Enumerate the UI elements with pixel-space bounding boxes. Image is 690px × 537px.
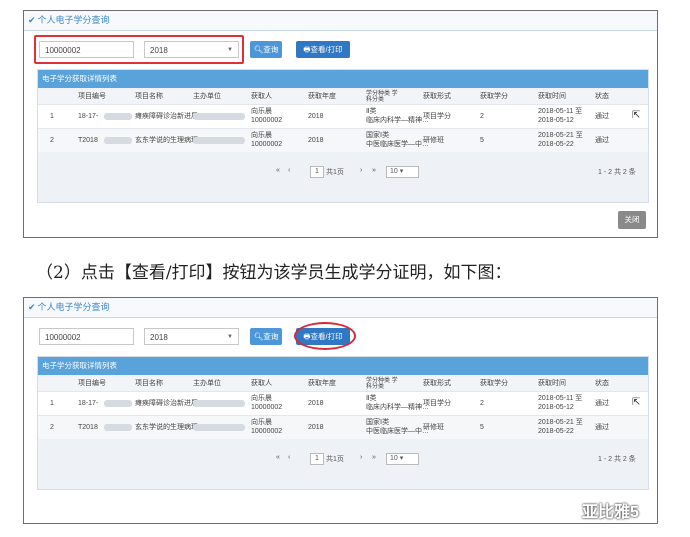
- blurred-text: [104, 113, 132, 120]
- col-header: 获取年度: [308, 93, 336, 100]
- col-header: 获取时间: [538, 93, 566, 100]
- prev-page-icon[interactable]: ‹: [288, 167, 290, 174]
- total-pages: 共1页: [326, 456, 344, 463]
- table-header: 项目编号 项目名称 主办单位 获取人 获取年度 学分种类 学科分类 获取形式 获…: [38, 90, 648, 104]
- page-size-select[interactable]: 10 ▾: [386, 453, 419, 465]
- table-row[interactable]: 2 T2018 玄东学说的生理病理 向乐晨 10000002 2018 国家Ⅰ类…: [38, 128, 648, 152]
- col-header: 项目编号: [78, 380, 106, 387]
- col-header: 获取形式: [423, 93, 451, 100]
- blurred-text: [104, 137, 132, 144]
- search-icon: 🔍︎: [253, 332, 264, 341]
- col-header: 学分种类 学科分类: [366, 91, 398, 103]
- close-button[interactable]: 关闭: [618, 211, 646, 229]
- check-icon: ✔: [28, 302, 36, 312]
- list-title: 电子学分获取详情列表: [38, 70, 648, 88]
- next-page-icon[interactable]: ›: [360, 167, 362, 174]
- view-print-button[interactable]: 🖶查看/打印: [296, 41, 350, 58]
- panel-title: ✔ 个人电子学分查询: [24, 11, 657, 31]
- mouse-cursor-icon: ⇱: [632, 110, 641, 121]
- pager-summary: 1 - 2 共 2 条: [598, 169, 636, 176]
- search-button[interactable]: 🔍︎查询: [250, 328, 282, 345]
- col-header: 获取年度: [308, 380, 336, 387]
- last-page-icon[interactable]: »: [372, 167, 376, 174]
- table-row[interactable]: 2 T2018 玄东学说的生理病理 向乐晨 10000002 2018 国家Ⅰ类…: [38, 415, 648, 439]
- highlight-oval: [294, 322, 356, 350]
- screenshot-top: ✔ 个人电子学分查询 10000002 2018 ▼ 🔍︎查询 🖶查看/打印 电子学…: [23, 10, 658, 238]
- blurred-text: [193, 424, 245, 431]
- page-input[interactable]: 1: [310, 166, 324, 178]
- col-header: 主办单位: [193, 93, 221, 100]
- blurred-text: [193, 400, 245, 407]
- total-pages: 共1页: [326, 169, 344, 176]
- student-code-input[interactable]: 10000002: [39, 328, 134, 345]
- check-icon: ✔: [28, 15, 36, 25]
- col-header: 学分种类 学科分类: [366, 378, 398, 390]
- blurred-text: [104, 424, 132, 431]
- caption: （2）点击【查看/打印】按钮为该学员生成学分证明，如下图：: [36, 263, 512, 283]
- col-header: 项目名称: [135, 93, 163, 100]
- list-title: 电子学分获取详情列表: [38, 357, 648, 375]
- credit-list: 电子学分获取详情列表 项目编号 项目名称 主办单位 获取人 获取年度 学分种类 …: [37, 69, 649, 203]
- pager-summary: 1 - 2 共 2 条: [598, 456, 636, 463]
- chevron-down-icon: ▼: [227, 334, 233, 340]
- search-icon: 🔍︎: [253, 45, 264, 54]
- first-page-icon[interactable]: «: [276, 454, 280, 461]
- credit-table: 项目编号 项目名称 主办单位 获取人 获取年度 学分种类 学科分类 获取形式 获…: [38, 90, 648, 152]
- year-select[interactable]: 2018 ▼: [144, 328, 239, 345]
- col-header: 获取人: [251, 93, 272, 100]
- col-header: 获取学分: [480, 380, 508, 387]
- pagination: « ‹ 1 共1页 › » 10 ▾ 1 - 2 共 2 条: [38, 163, 648, 181]
- next-page-icon[interactable]: ›: [360, 454, 362, 461]
- blurred-text: [193, 137, 245, 144]
- col-header: 项目编号: [78, 93, 106, 100]
- search-button[interactable]: 🔍︎查询: [250, 41, 282, 58]
- col-header: 获取学分: [480, 93, 508, 100]
- blurred-text: [104, 400, 132, 407]
- col-header: 获取人: [251, 380, 272, 387]
- page-size-select[interactable]: 10 ▾: [386, 166, 419, 178]
- first-page-icon[interactable]: «: [276, 167, 280, 174]
- table-header: 项目编号 项目名称 主办单位 获取人 获取年度 学分种类 学科分类 获取形式 获…: [38, 377, 648, 391]
- panel-title: ✔ 个人电子学分查询: [24, 298, 657, 318]
- blurred-text: [193, 113, 245, 120]
- credit-list: 电子学分获取详情列表 项目编号 项目名称 主办单位 获取人 获取年度 学分种类 …: [37, 356, 649, 490]
- page-input[interactable]: 1: [310, 453, 324, 465]
- pagination: « ‹ 1 共1页 › » 10 ▾ 1 - 2 共 2 条: [38, 450, 648, 468]
- screenshot-bottom: ✔ 个人电子学分查询 10000002 2018 ▼ 🔍︎查询 🖶查看/打印 电子学…: [23, 297, 658, 524]
- prev-page-icon[interactable]: ‹: [288, 454, 290, 461]
- highlight-box: [34, 35, 244, 64]
- watermark: 亚比雅5: [582, 504, 639, 521]
- col-header: 获取形式: [423, 380, 451, 387]
- col-header: 主办单位: [193, 380, 221, 387]
- col-header: 获取时间: [538, 380, 566, 387]
- col-header: 状态: [595, 380, 609, 387]
- col-header: 状态: [595, 93, 609, 100]
- mouse-cursor-icon: ⇱: [632, 397, 641, 408]
- last-page-icon[interactable]: »: [372, 454, 376, 461]
- table-row[interactable]: 1 18-17- 瘫痪障碍诊治新进展 向乐晨 10000002 2018 Ⅱ类 …: [38, 104, 648, 128]
- col-header: 项目名称: [135, 380, 163, 387]
- print-icon: 🖶: [303, 45, 311, 54]
- credit-table: 项目编号 项目名称 主办单位 获取人 获取年度 学分种类 学科分类 获取形式 获…: [38, 377, 648, 439]
- table-row[interactable]: 1 18-17- 瘫痪障碍诊治新进展 向乐晨 10000002 2018 Ⅱ类 …: [38, 391, 648, 415]
